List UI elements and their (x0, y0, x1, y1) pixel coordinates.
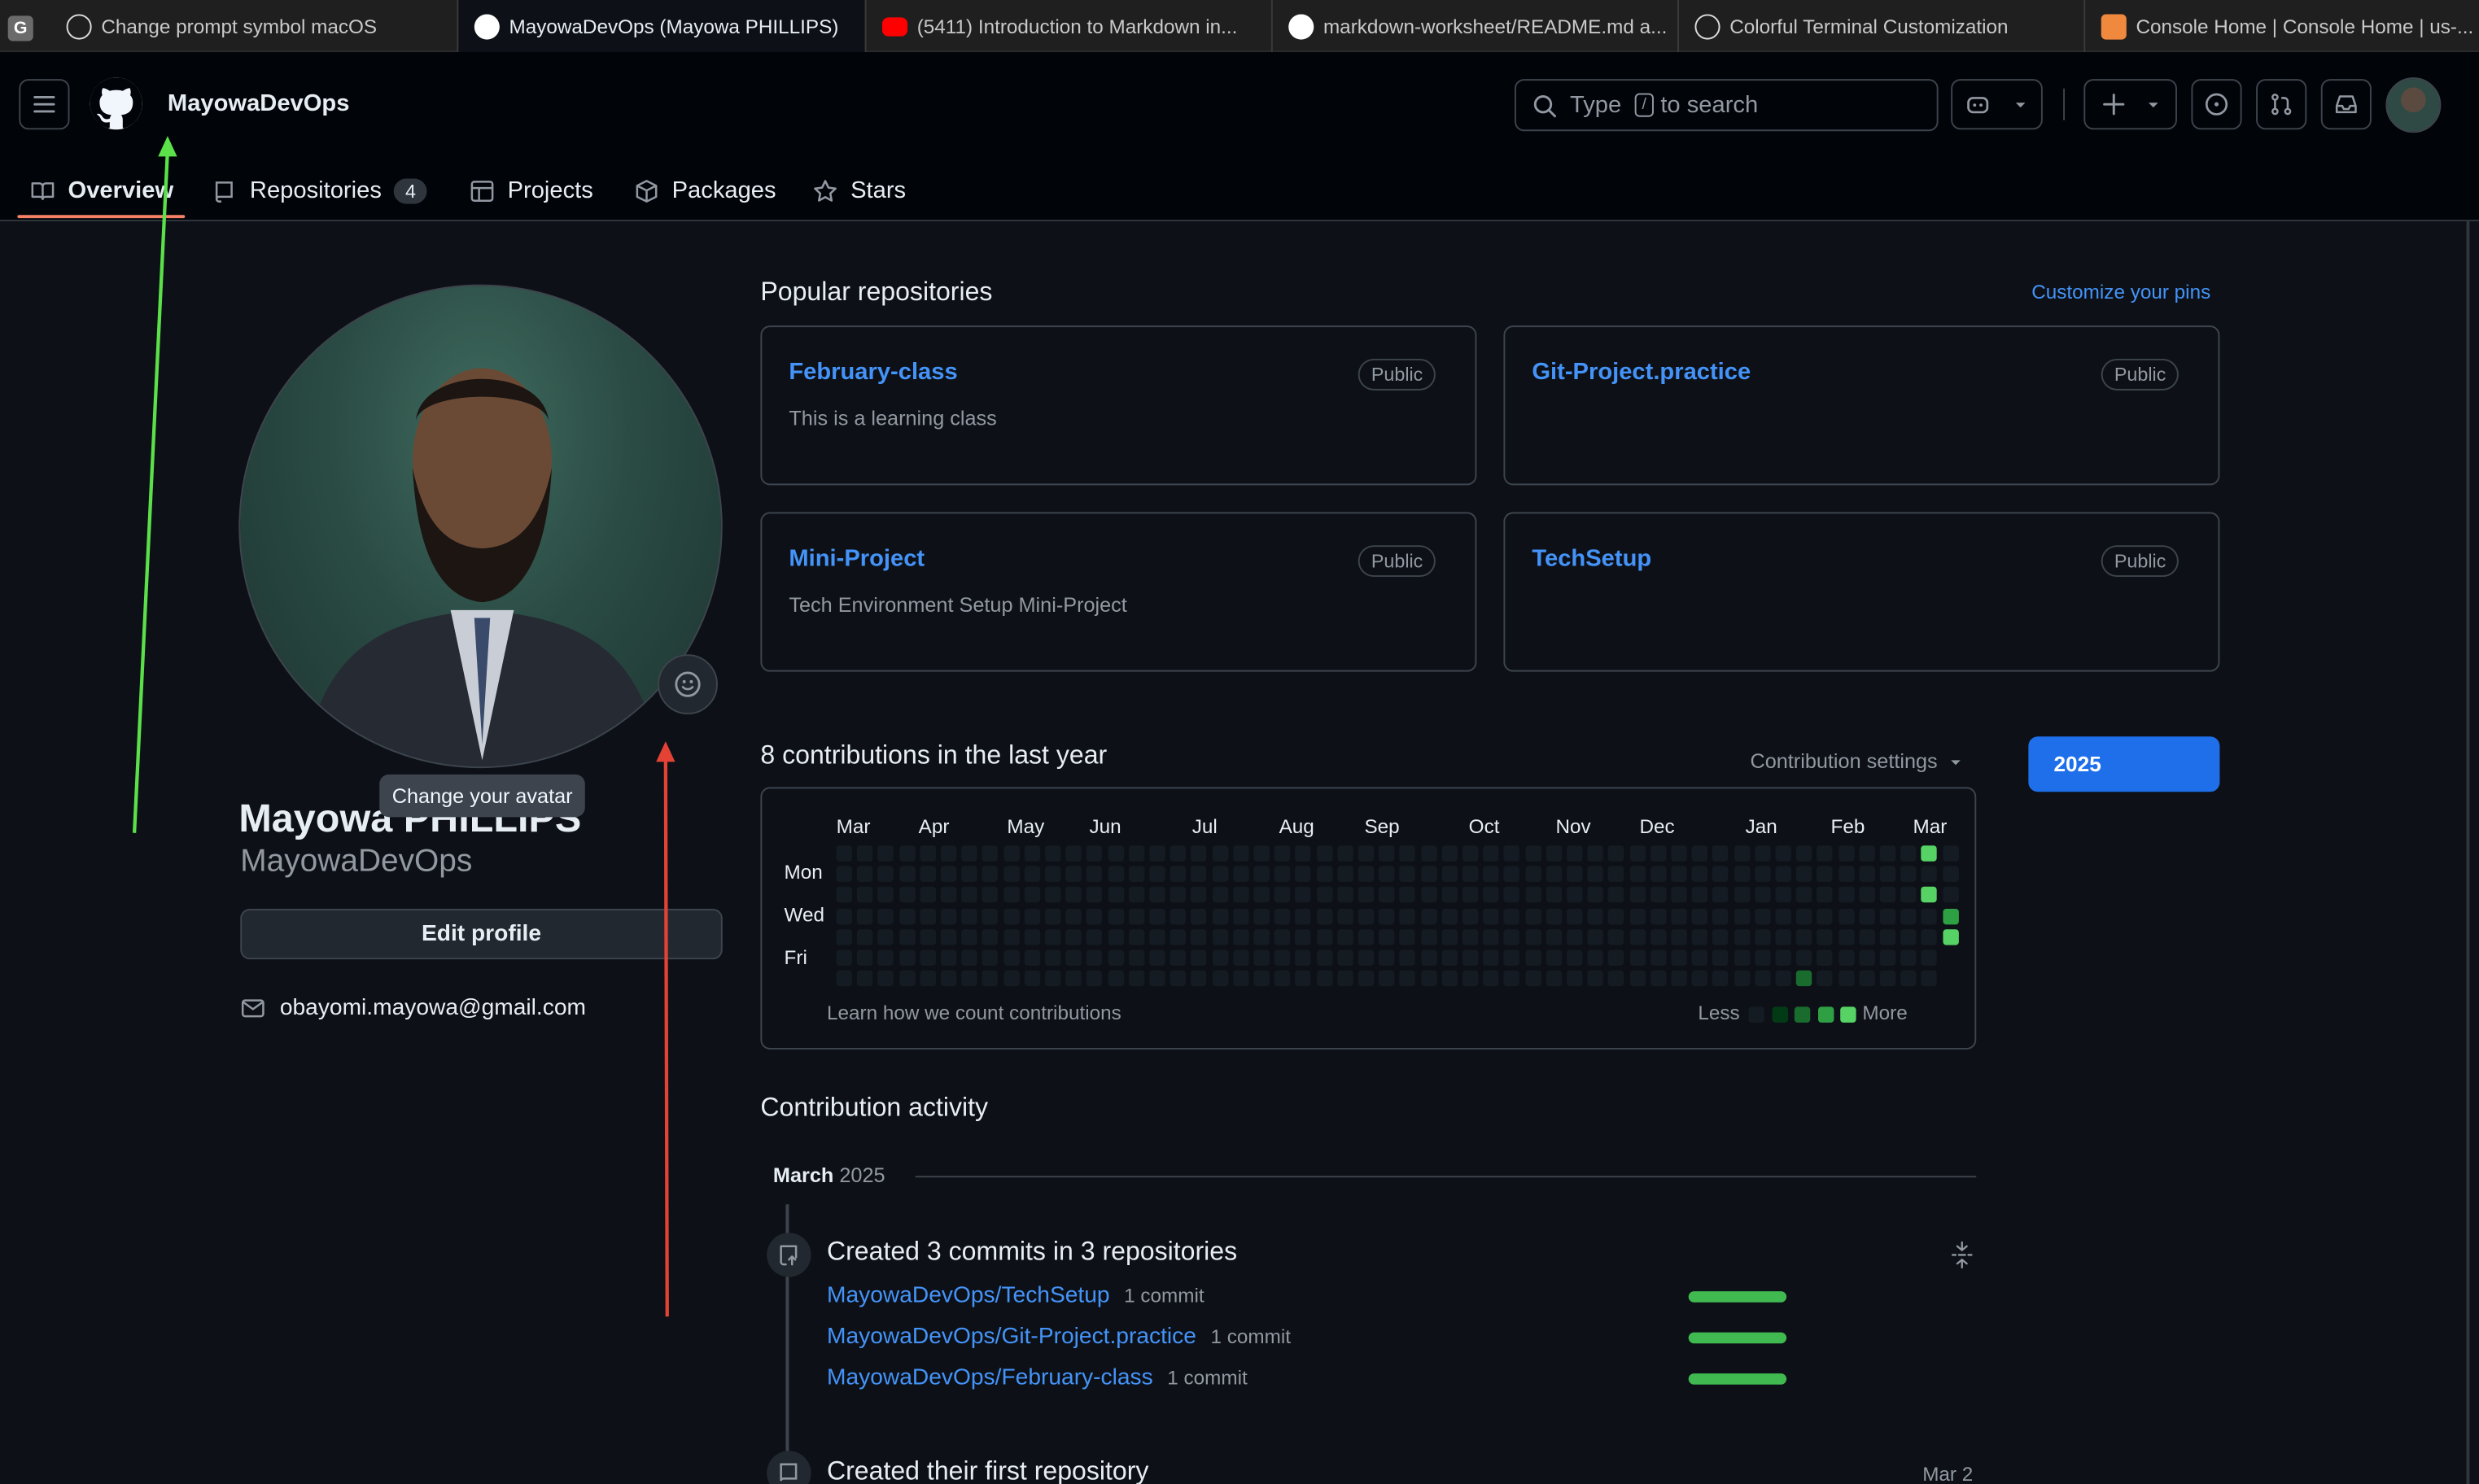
green-arrow-head (158, 136, 177, 157)
green-arrow-line (132, 150, 170, 833)
red-arrow-head (656, 741, 675, 762)
red-arrow-line (663, 755, 669, 1317)
scrollbar[interactable] (2466, 220, 2470, 1484)
annotation-arrows (132, 136, 675, 1317)
